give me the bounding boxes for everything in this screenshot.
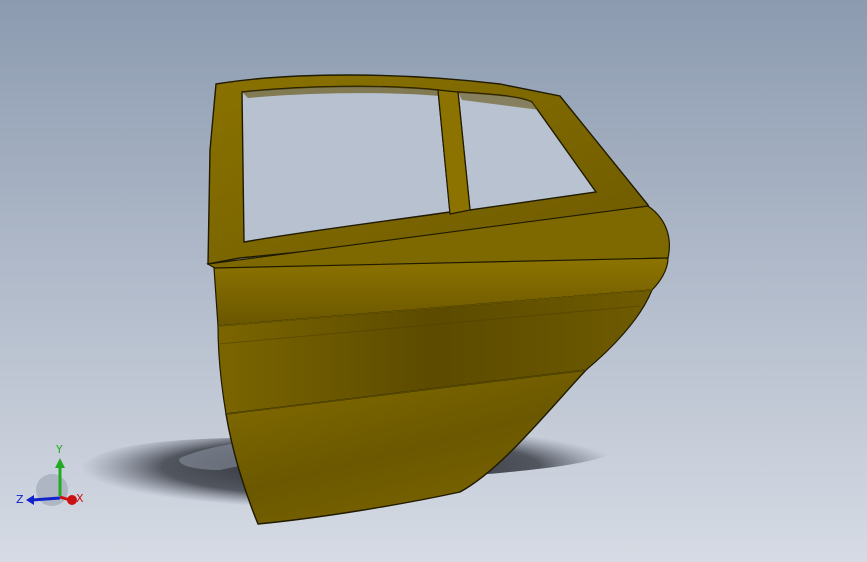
triad-y-label: Y bbox=[55, 443, 63, 456]
triad-origin-sphere bbox=[36, 474, 68, 506]
triad-z-label: Z bbox=[16, 493, 24, 506]
model-scene[interactable] bbox=[0, 0, 867, 562]
triad-x-label: X bbox=[76, 492, 84, 505]
axis-triad[interactable]: Y Z X bbox=[14, 440, 86, 512]
3d-viewport[interactable]: Y Z X bbox=[0, 0, 867, 562]
